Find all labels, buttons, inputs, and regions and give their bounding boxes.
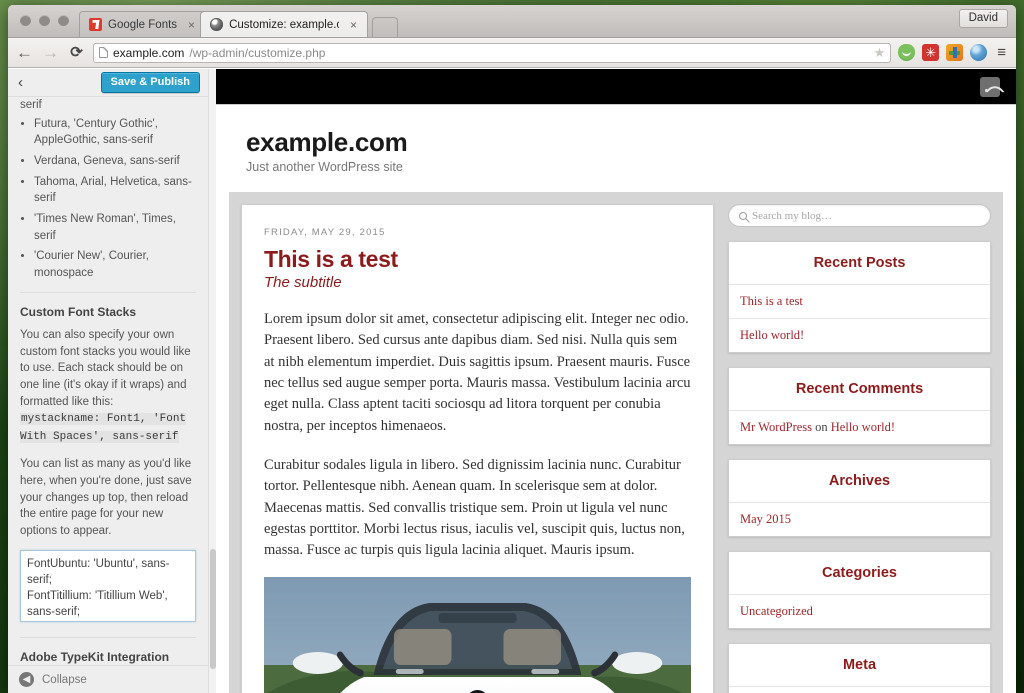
divider (20, 637, 196, 639)
customizer-sidebar: ‹ Save & Publish serif Futura, 'Century … (8, 69, 208, 693)
site-header: example.com Just another WordPress site (216, 104, 1016, 192)
search-input[interactable]: Search my blog… (728, 204, 991, 227)
url-domain: example.com (113, 45, 185, 60)
close-window-button[interactable] (20, 15, 31, 26)
customizer-sidebar-body[interactable]: serif Futura, 'Century Gothic', AppleGot… (8, 97, 208, 693)
maximize-window-button[interactable] (58, 15, 69, 26)
comment-author[interactable]: Mr WordPress (740, 420, 812, 434)
custom-font-stacks-heading: Custom Font Stacks (20, 304, 137, 319)
tab-customize-example-com[interactable]: Customize: example.com × (200, 11, 369, 37)
browser-window: Google Fonts × Customize: example.com × … (8, 5, 1016, 693)
custom-font-stacks-note: You can list as many as you'd like here,… (20, 458, 192, 538)
site-preview-frame: example.com Just another WordPress site … (216, 69, 1016, 693)
post-paragraph: Lorem ipsum dolor sit amet, consectetur … (264, 311, 691, 434)
page-info-icon[interactable] (99, 47, 108, 58)
widget-archives: Archives May 2015 (728, 459, 991, 537)
widget-title: Recent Comments (729, 368, 990, 411)
collapse-sidebar-button[interactable]: ◀ Collapse (8, 665, 208, 693)
tab-label: Customize: example.com (229, 18, 339, 31)
browser-tab-strip: Google Fonts × Customize: example.com × … (8, 5, 1016, 38)
tab-google-fonts[interactable]: Google Fonts × (79, 11, 207, 37)
comment-post[interactable]: Hello world! (831, 420, 895, 434)
browser-toolbar: ← → ⟳ example.com/wp-admin/customize.php… (8, 38, 1016, 68)
search-icon (739, 211, 747, 220)
save-and-publish-button[interactable]: Save & Publish (100, 72, 200, 93)
minimize-window-button[interactable] (39, 15, 50, 26)
collapse-label: Collapse (42, 673, 87, 686)
bookmark-star-icon[interactable]: ★ (874, 45, 886, 61)
google-fonts-favicon (89, 18, 102, 31)
wordpress-customizer: ‹ Save & Publish serif Futura, 'Century … (8, 69, 1016, 693)
globe-icon[interactable] (970, 44, 988, 61)
list-item[interactable]: Site Admin (729, 687, 990, 693)
tab-close-icon[interactable]: × (186, 19, 197, 31)
customizer-sidebar-header: ‹ Save & Publish (8, 69, 208, 97)
widget-title: Recent Posts (729, 242, 990, 285)
divider (20, 291, 196, 293)
list-item: Verdana, Geneva, sans-serif (34, 153, 196, 170)
chevron-left-icon[interactable]: ‹ (18, 75, 23, 90)
new-tab-button[interactable] (372, 17, 399, 37)
code-example: mystackname: Font1, 'Font With Spaces', … (20, 413, 187, 444)
post-paragraph: Curabitur sodales ligula in libero. Sed … (264, 456, 685, 559)
description-text: You can also specify your own custom fon… (20, 329, 191, 408)
plus-icon[interactable] (946, 44, 964, 61)
widget-title: Meta (729, 644, 990, 687)
cut-off-stack-line: serif (20, 99, 42, 111)
url-path: /wp-admin/customize.php (189, 45, 326, 60)
address-bar[interactable]: example.com/wp-admin/customize.php ★ (93, 42, 892, 63)
reload-icon[interactable]: ⟳ (67, 45, 86, 60)
post-title[interactable]: This is a test (264, 246, 691, 273)
widget-title: Categories (729, 552, 990, 595)
widget-recent-comments: Recent Comments Mr WordPress on Hello wo… (728, 367, 991, 445)
list-item[interactable]: Mr WordPress on Hello world! (729, 411, 990, 444)
list-item[interactable]: May 2015 (729, 503, 990, 536)
window-controls (16, 5, 79, 37)
tab-label: Google Fonts (108, 18, 178, 31)
widget-recent-posts: Recent Posts This is a test Hello world! (728, 241, 991, 353)
rss-icon[interactable] (980, 76, 1000, 97)
font-stack-list: Futura, 'Century Gothic', AppleGothic, s… (34, 116, 196, 282)
list-item: Futura, 'Century Gothic', AppleGothic, s… (34, 116, 196, 149)
custom-font-stacks-textarea[interactable] (20, 549, 196, 622)
back-icon[interactable]: ← (15, 44, 34, 61)
site-title[interactable]: example.com (246, 127, 1016, 158)
list-item: Tahoma, Arial, Helvetica, sans-serif (34, 174, 196, 207)
widget-title: Archives (729, 460, 990, 503)
forward-icon[interactable]: → (41, 44, 60, 61)
list-item[interactable]: Hello world! (729, 319, 990, 352)
post-date: FRIDAY, MAY 29, 2015 (264, 227, 386, 238)
list-item: 'Courier New', Courier, monospace (34, 248, 196, 281)
profile-button[interactable]: David (958, 9, 1008, 28)
site-body: FRIDAY, MAY 29, 2015 This is a test The … (229, 192, 1003, 693)
custom-font-stacks-description: You can also specify your own custom fon… (20, 327, 196, 446)
post-article: FRIDAY, MAY 29, 2015 This is a test The … (241, 204, 714, 693)
post-subtitle: The subtitle (264, 274, 342, 291)
list-item[interactable]: Uncategorized (729, 595, 990, 628)
widget-categories: Categories Uncategorized (728, 551, 991, 629)
tab-close-icon[interactable]: × (348, 19, 359, 31)
wordpress-favicon (210, 18, 224, 31)
site-tagline: Just another WordPress site (246, 160, 403, 174)
list-item[interactable]: This is a test (729, 285, 990, 319)
post-featured-image: M SW 4574 (264, 577, 691, 693)
collapse-arrow-icon: ◀ (19, 672, 34, 687)
pocket-icon[interactable] (898, 44, 916, 61)
site-topbar (216, 69, 1016, 104)
widget-meta: Meta Site Admin (728, 643, 991, 693)
site-sidebar: Search my blog… Recent Posts This is a t… (728, 204, 991, 693)
evernote-icon[interactable] (922, 44, 940, 61)
sidebar-scrollbar[interactable] (208, 69, 216, 693)
search-placeholder: Search my blog… (752, 209, 833, 222)
comment-on-text: on (812, 420, 831, 434)
list-item: 'Times New Roman', Times, serif (34, 211, 196, 244)
browser-menu-icon[interactable]: ≡ (994, 44, 1009, 61)
